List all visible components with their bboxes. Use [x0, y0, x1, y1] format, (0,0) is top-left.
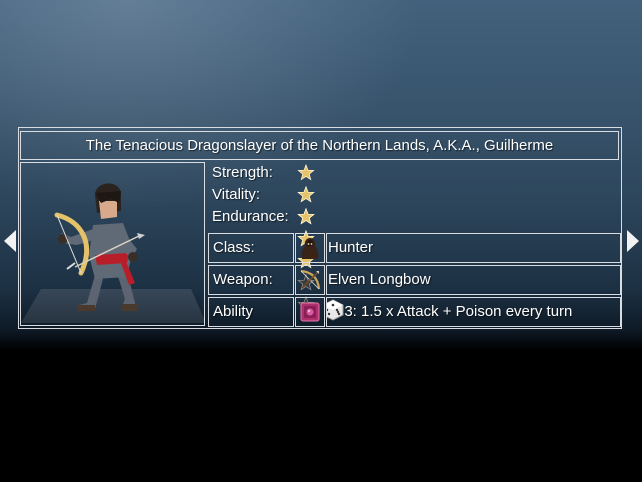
- star-rating: [296, 208, 318, 313]
- dice-icon: [327, 299, 344, 321]
- poison-gem-icon: [300, 302, 320, 322]
- star-filled-icon: [297, 186, 315, 203]
- star-rating: [296, 164, 318, 269]
- archer-sprite-icon: [21, 183, 204, 323]
- class-label: Class:: [208, 233, 294, 263]
- right-arrow-icon[interactable]: [627, 230, 639, 252]
- stat-label: Endurance:: [212, 208, 289, 225]
- ability-icon-cell: [295, 297, 325, 327]
- hooded-figure-icon: [301, 238, 319, 259]
- ability-value-cell: 1 3: 1.5 x Attack + Poison every turn: [326, 297, 621, 327]
- weapon-value: Elven Longbow: [326, 265, 621, 295]
- weapon-icon-cell: [295, 265, 325, 295]
- star-filled-icon: [297, 208, 315, 225]
- left-arrow-icon[interactable]: [4, 230, 16, 252]
- star-rating: [296, 186, 318, 291]
- character-title: The Tenacious Dragonslayer of the Northe…: [20, 131, 619, 160]
- class-icon-cell: [295, 233, 325, 263]
- bow-icon: [300, 269, 321, 290]
- stat-label: Vitality:: [212, 186, 261, 203]
- weapon-label: Weapon:: [208, 265, 294, 295]
- stats-area: Strength: Vitality: Endurance:: [208, 162, 621, 313]
- stat-label: Strength:: [212, 164, 273, 181]
- class-value: Hunter: [326, 233, 621, 263]
- character-portrait: [20, 162, 205, 326]
- ability-label: Ability: [208, 297, 294, 327]
- star-filled-icon: [297, 164, 315, 181]
- ability-value: 3: 1.5 x Attack + Poison every turn: [344, 303, 573, 320]
